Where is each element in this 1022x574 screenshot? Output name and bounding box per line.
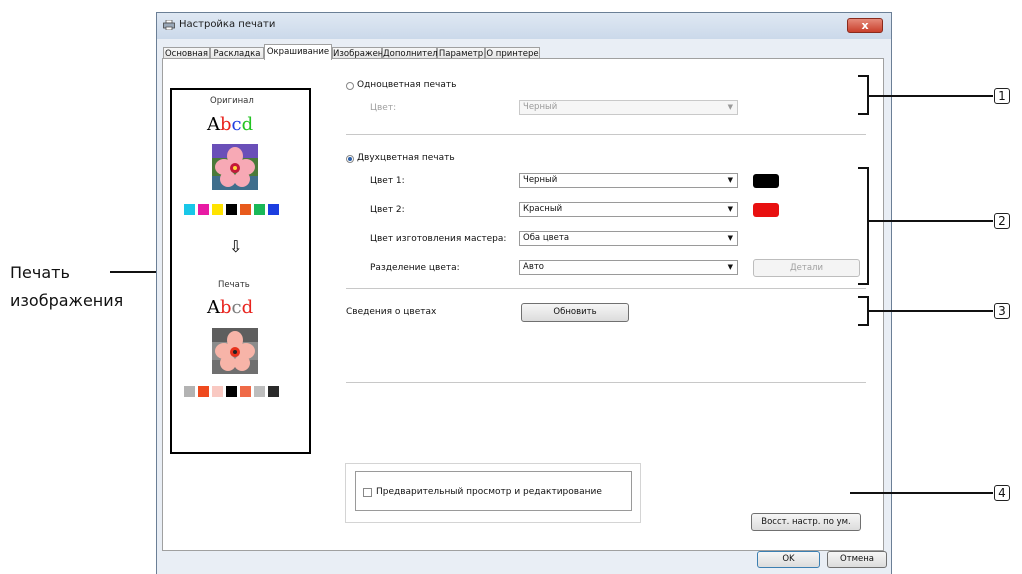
cancel-button[interactable]: Отмена [827,551,887,568]
down-arrow-icon: ⇩ [229,237,243,256]
print-color-swatches [184,386,284,397]
mono-print-label: Одноцветная печать [357,80,457,90]
color1-label: Цвет 1: [370,176,405,186]
color2-label: Цвет 2: [370,205,405,215]
printer-icon [163,20,175,30]
details-button[interactable]: Детали [753,259,860,277]
preview-edit-checkbox[interactable] [363,488,372,497]
annotation-brackets [850,75,993,494]
callout-1: 1 [994,88,1010,104]
print-swatch-4 [240,386,251,397]
color2-swatch [753,203,779,217]
print-flower-image [212,328,258,374]
original-flower-image [212,144,258,190]
separation-label: Разделение цвета: [370,263,460,273]
print-swatch-0 [184,386,195,397]
original-label: Оригинал [210,96,254,106]
annotation-left-label-2: изображения [10,291,124,310]
original-swatch-6 [268,204,279,215]
original-swatch-5 [254,204,265,215]
refresh-button[interactable]: Обновить [521,303,629,322]
original-color-swatches [184,204,284,215]
window-title: Настройка печати [179,19,276,30]
color-info-label: Сведения о цветах [346,307,437,317]
callout-4: 4 [994,485,1010,501]
color1-select[interactable]: Черный ▼ [519,173,738,188]
divider [346,134,866,135]
print-swatch-5 [254,386,265,397]
original-swatch-1 [198,204,209,215]
title-bar: Настройка печати x [157,13,891,39]
original-swatch-2 [212,204,223,215]
divider [346,382,866,383]
print-label: Печать [218,280,250,290]
print-swatch-1 [198,386,209,397]
callout-3: 3 [994,303,1010,319]
callout-2: 2 [994,213,1010,229]
restore-defaults-button[interactable]: Восст. настр. по ум. [751,513,861,531]
original-swatch-0 [184,204,195,215]
print-swatch-6 [268,386,279,397]
original-swatch-4 [240,204,251,215]
divider [346,288,866,289]
duo-print-radio[interactable] [346,155,354,163]
annotation-left-label-1: Печать [10,263,70,282]
image-preview-panel: Оригинал Abcd ⇩ Печать Abcd [170,88,311,454]
tab-coloring[interactable]: Окрашивание [264,44,332,60]
preview-edit-label: Предварительный просмотр и редактировани… [376,487,602,497]
ok-button[interactable]: OK [757,551,820,568]
print-abcd-text: Abcd [207,297,254,318]
duo-print-label: Двухцветная печать [357,153,455,163]
print-swatch-3 [226,386,237,397]
mono-color-select[interactable]: Черный ▼ [519,100,738,115]
original-abcd-text: Abcd [207,114,254,135]
separation-select[interactable]: Авто ▼ [519,260,738,275]
master-color-label: Цвет изготовления мастера: [370,234,507,244]
close-button[interactable]: x [847,18,883,33]
color1-swatch [753,174,779,188]
print-swatch-2 [212,386,223,397]
master-color-select[interactable]: Оба цвета ▼ [519,231,738,246]
color2-select[interactable]: Красный ▼ [519,202,738,217]
mono-color-label: Цвет: [370,103,397,113]
original-swatch-3 [226,204,237,215]
mono-print-radio[interactable] [346,82,354,90]
